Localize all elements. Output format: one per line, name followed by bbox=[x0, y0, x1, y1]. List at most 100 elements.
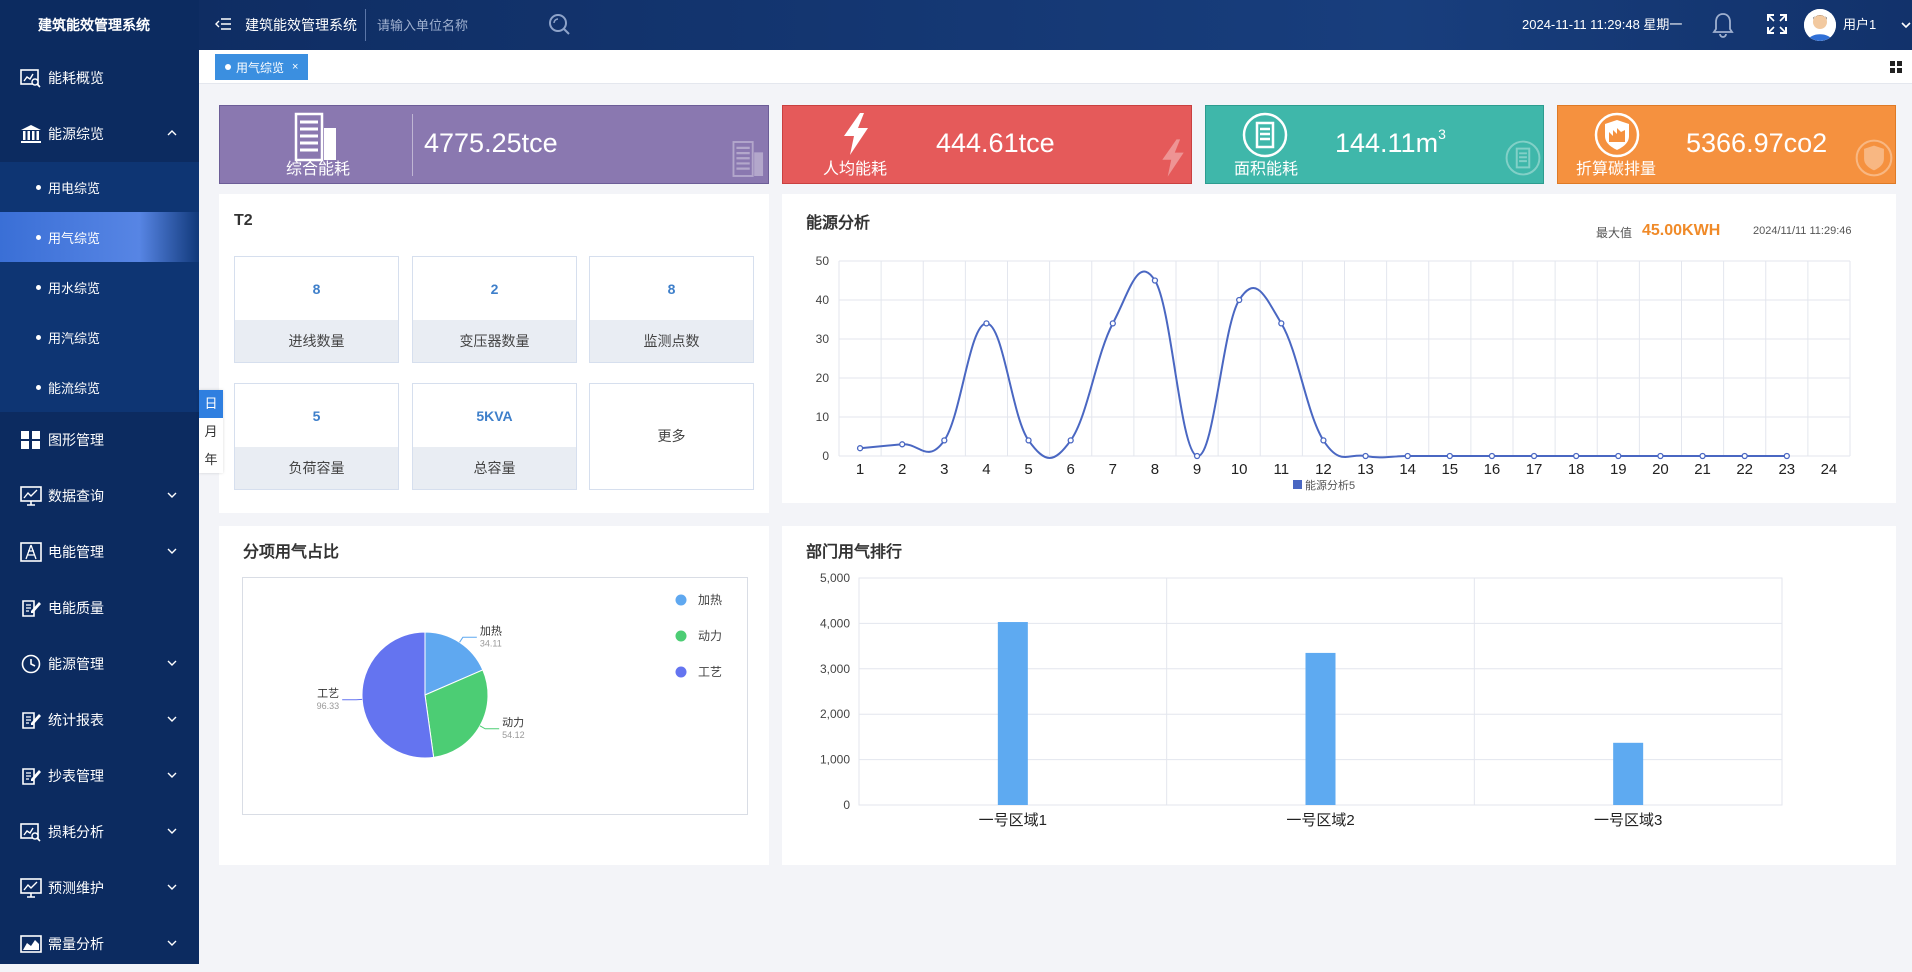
period-month[interactable]: 月 bbox=[199, 418, 223, 446]
sidebar-item-label: 数据查询 bbox=[48, 486, 104, 506]
tile-caption: 监测点数 bbox=[590, 320, 753, 362]
x-tick-label: 8 bbox=[1151, 461, 1159, 478]
sidebar-item-data-query[interactable]: 数据查询 bbox=[0, 468, 199, 524]
menu-toggle-icon[interactable] bbox=[215, 15, 233, 38]
tile-transformers[interactable]: 2变压器数量 bbox=[412, 256, 577, 363]
sidebar-item-label: 能耗概览 bbox=[48, 68, 104, 88]
sidebar-subitem-energy-flow[interactable]: 能流综览 bbox=[0, 362, 199, 412]
bullet-icon bbox=[36, 335, 41, 340]
avatar[interactable] bbox=[1804, 9, 1836, 41]
sidebar-item-loss-analysis[interactable]: 损耗分析 bbox=[0, 804, 199, 860]
tab-bar: 用气综览 × bbox=[199, 50, 1912, 84]
data-point bbox=[1321, 438, 1326, 443]
sidebar-item-label: 图形管理 bbox=[48, 430, 104, 450]
bell-icon[interactable] bbox=[1711, 12, 1735, 43]
data-point bbox=[1532, 454, 1537, 459]
sidebar-item-meter-reading[interactable]: 抄表管理 bbox=[0, 748, 199, 804]
sidebar-item-energy-summary[interactable]: 能源综览 bbox=[0, 106, 199, 162]
system-name: 建筑能效管理系统 bbox=[245, 0, 357, 50]
sidebar-subitem-water[interactable]: 用水综览 bbox=[0, 262, 199, 312]
sidebar-subitem-label: 能流综览 bbox=[48, 378, 100, 397]
report-edit-icon bbox=[20, 709, 42, 731]
sidebar-subitem-steam[interactable]: 用汽综览 bbox=[0, 312, 199, 362]
y-tick-label: 40 bbox=[816, 293, 830, 307]
sidebar-item-label: 电能管理 bbox=[48, 542, 104, 562]
tile-value: 2 bbox=[413, 257, 576, 321]
sidebar-item-energy-management[interactable]: 能源管理 bbox=[0, 636, 199, 692]
x-tick-label: 19 bbox=[1610, 461, 1627, 478]
sidebar-item-power[interactable]: 电能管理 bbox=[0, 524, 199, 580]
clock-icon bbox=[20, 653, 42, 675]
period-switch: 日 月 年 bbox=[199, 390, 223, 473]
sidebar-item-reports[interactable]: 统计报表 bbox=[0, 692, 199, 748]
sidebar-subitem-label: 用汽综览 bbox=[48, 328, 100, 347]
lightning-icon bbox=[1157, 138, 1189, 183]
data-point bbox=[1700, 454, 1705, 459]
tile-value: 5KVA bbox=[413, 384, 576, 448]
data-point bbox=[1152, 278, 1157, 283]
tile-monitoring-points[interactable]: 8监测点数 bbox=[589, 256, 754, 363]
energy-line-chart: 0102030405012345678910111213141516171819… bbox=[782, 194, 1896, 503]
pie-label-name: 工艺 bbox=[317, 687, 339, 700]
data-point bbox=[1110, 321, 1115, 326]
chevron-down-icon[interactable] bbox=[1899, 18, 1912, 37]
sidebar-item-graphics[interactable]: 图形管理 bbox=[0, 412, 199, 468]
bullet-icon bbox=[36, 235, 41, 240]
close-icon[interactable]: × bbox=[292, 61, 298, 73]
tile-caption: 总容量 bbox=[413, 447, 576, 489]
tile-load-capacity[interactable]: 5负荷容量 bbox=[234, 383, 399, 490]
stat-card-area-energy: 面积能耗 144.11m3 bbox=[1205, 105, 1544, 184]
top-bar: 建筑能效管理系统 2024-11-11 11:29:48 星期一 用户1 bbox=[199, 0, 1912, 50]
sidebar-item-label: 能源管理 bbox=[48, 654, 104, 674]
legend-label: 能源分析5 bbox=[1305, 478, 1355, 492]
stat-label: 面积能耗 bbox=[1234, 155, 1298, 179]
grid-icon[interactable] bbox=[1890, 60, 1902, 78]
data-point bbox=[1616, 454, 1621, 459]
factory-shield-icon bbox=[1855, 138, 1893, 183]
unit-search-input[interactable] bbox=[377, 14, 537, 36]
tab-gas-overview[interactable]: 用气综览 × bbox=[215, 54, 308, 80]
y-tick-label: 10 bbox=[816, 410, 830, 424]
data-point bbox=[1068, 438, 1073, 443]
sidebar-item-predictive-maintenance[interactable]: 预测维护 bbox=[0, 860, 199, 916]
period-day[interactable]: 日 bbox=[199, 390, 223, 418]
y-tick-label: 4,000 bbox=[820, 616, 850, 630]
sidebar-subitem-gas[interactable]: 用气综览 bbox=[0, 212, 199, 262]
stat-value: 5366.97co2 bbox=[1686, 128, 1827, 159]
y-tick-label: 30 bbox=[816, 332, 830, 346]
legend-label: 工艺 bbox=[698, 665, 722, 679]
stat-label: 人均能耗 bbox=[823, 155, 887, 179]
chevron-down-icon bbox=[165, 544, 179, 558]
period-year[interactable]: 年 bbox=[199, 446, 223, 474]
more-button[interactable]: 更多 bbox=[589, 383, 754, 490]
sidebar-subitem-electricity[interactable]: 用电综览 bbox=[0, 162, 199, 212]
search-icon[interactable] bbox=[547, 12, 571, 41]
legend-dot bbox=[676, 667, 687, 678]
tile-caption: 负荷容量 bbox=[235, 447, 398, 489]
chevron-down-icon bbox=[165, 768, 179, 782]
x-tick-label: 一号区域1 bbox=[979, 812, 1047, 829]
stat-value-superscript: 3 bbox=[1438, 126, 1446, 142]
x-tick-label: 2 bbox=[898, 461, 906, 478]
document-list-icon bbox=[1505, 138, 1541, 183]
data-point bbox=[1405, 454, 1410, 459]
sidebar-item-power-quality[interactable]: 电能质量 bbox=[0, 580, 199, 636]
tile-value: 8 bbox=[235, 257, 398, 321]
app-logo-title: 建筑能效管理系统 bbox=[0, 0, 199, 50]
y-tick-label: 20 bbox=[816, 371, 830, 385]
sidebar-item-energy-overview[interactable]: 能耗概览 bbox=[0, 50, 199, 106]
x-tick-label: 12 bbox=[1315, 461, 1332, 478]
sidebar-item-label: 统计报表 bbox=[48, 710, 104, 730]
panel-title: T2 bbox=[234, 212, 253, 230]
x-tick-label: 18 bbox=[1568, 461, 1585, 478]
x-tick-label: 7 bbox=[1109, 461, 1117, 478]
tile-caption: 进线数量 bbox=[235, 320, 398, 362]
pie-label-name: 动力 bbox=[502, 716, 524, 729]
username[interactable]: 用户1 bbox=[1843, 0, 1876, 50]
sidebar-subitem-label: 用水综览 bbox=[48, 278, 100, 297]
tile-incoming-lines[interactable]: 8进线数量 bbox=[234, 256, 399, 363]
fullscreen-icon[interactable] bbox=[1766, 13, 1788, 40]
bullet-icon bbox=[225, 64, 231, 70]
data-point bbox=[900, 442, 905, 447]
tile-total-capacity[interactable]: 5KVA总容量 bbox=[412, 383, 577, 490]
